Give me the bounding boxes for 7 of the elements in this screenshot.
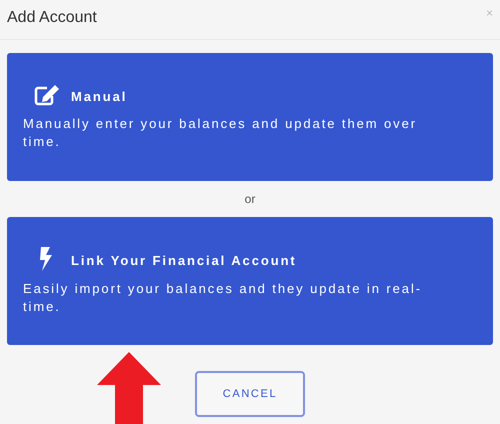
separator-text: or xyxy=(244,191,256,208)
edit-icon xyxy=(33,84,61,106)
option-card[interactable]: Link Your Financial Account Easily import your balances and they update in real-time. xyxy=(7,217,493,345)
cancel-button[interactable]: CANCEL xyxy=(195,371,305,417)
option-card[interactable]: Manual Manually enter your balances and update them over time. xyxy=(7,53,493,181)
dialog-title: Add Account xyxy=(7,8,97,28)
arrow-icon xyxy=(97,352,161,424)
